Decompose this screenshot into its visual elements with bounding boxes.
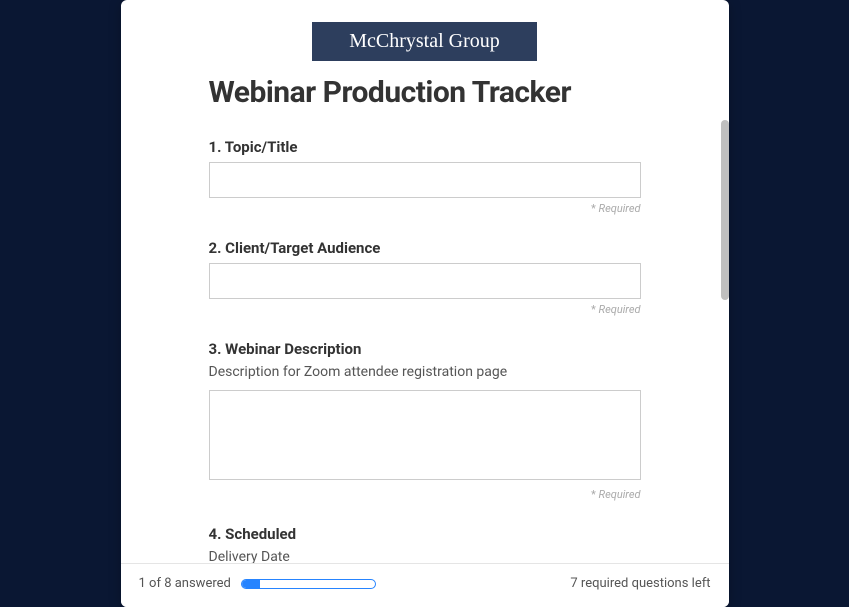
client-audience-input[interactable] — [209, 263, 641, 299]
question-sublabel: Description for Zoom attendee registrati… — [209, 364, 641, 380]
page-title: Webinar Production Tracker — [209, 75, 641, 110]
progress-wrap: 1 of 8 answered — [139, 576, 376, 591]
webinar-description-input[interactable] — [209, 390, 641, 480]
question-topic-title: 1. Topic/Title Required — [209, 138, 641, 215]
question-label: 3. Webinar Description — [209, 340, 641, 358]
progress-fill — [242, 580, 261, 588]
question-scheduled: 4. Scheduled Delivery Date — [209, 525, 641, 563]
topic-title-input[interactable] — [209, 162, 641, 198]
scrollbar-thumb[interactable] — [721, 120, 729, 300]
answered-count: 1 of 8 answered — [139, 576, 231, 591]
remaining-count: 7 required questions left — [570, 576, 710, 591]
question-label: 2. Client/Target Audience — [209, 239, 641, 257]
form-window: McChrystal Group Webinar Production Trac… — [121, 0, 729, 607]
question-webinar-description: 3. Webinar Description Description for Z… — [209, 340, 641, 501]
footer-bar: 1 of 8 answered 7 required questions lef… — [121, 563, 729, 607]
question-label: 1. Topic/Title — [209, 138, 641, 156]
question-sublabel: Delivery Date — [209, 549, 641, 563]
required-tag: Required — [209, 303, 641, 316]
question-label: 4. Scheduled — [209, 525, 641, 543]
required-tag: Required — [209, 488, 641, 501]
required-tag: Required — [209, 202, 641, 215]
form-scroll-area[interactable]: McChrystal Group Webinar Production Trac… — [121, 0, 729, 563]
question-client-audience: 2. Client/Target Audience Required — [209, 239, 641, 316]
brand-banner: McChrystal Group — [312, 22, 537, 61]
progress-bar — [241, 579, 376, 589]
